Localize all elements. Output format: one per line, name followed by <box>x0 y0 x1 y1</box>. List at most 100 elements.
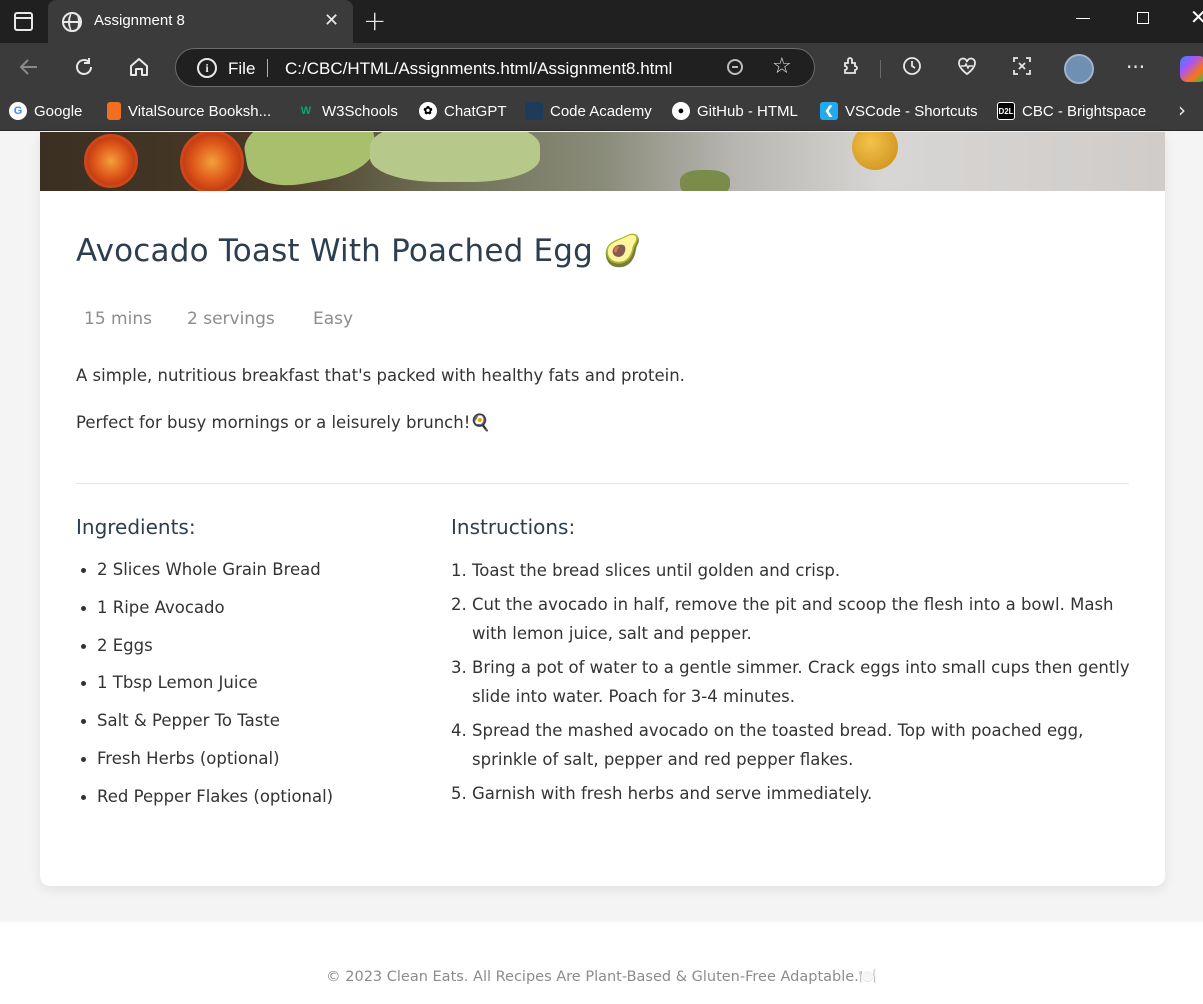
recipe-description-secondary: Perfect for busy mornings or a leisurely… <box>76 413 491 433</box>
bookmark-codeacademy[interactable]: Code Academy <box>525 91 652 131</box>
bookmark-github[interactable]: ● GitHub - HTML <box>672 91 798 131</box>
instruction-step: 4. Spread the mashed avocado on the toast… <box>451 716 1131 774</box>
extensions-icon[interactable] <box>840 55 862 82</box>
ingredient-item: Salt & Pepper To Taste <box>76 711 436 749</box>
bookmark-label: Google <box>34 102 83 120</box>
ingredient-item: 1 Ripe Avocado <box>76 598 436 636</box>
chatgpt-icon: ✿ <box>419 102 437 120</box>
bookmark-label: Code Academy <box>550 102 652 120</box>
instructions-heading: Instructions: <box>451 515 576 539</box>
recipe-card: Avocado Toast With Poached Egg 🥑 15 mins… <box>40 132 1165 886</box>
recipe-title-text: Avocado Toast With Poached Egg <box>76 233 594 269</box>
favorite-star-icon[interactable]: ☆ <box>772 54 792 79</box>
ingredient-item: Fresh Herbs (optional) <box>76 749 436 787</box>
bookmark-label: W3Schools <box>322 102 398 120</box>
recipe-servings: 2 servings <box>187 309 275 329</box>
hero-image <box>40 132 1165 191</box>
browser-essentials-icon[interactable] <box>956 55 978 82</box>
back-arrow-icon <box>19 59 37 75</box>
globe-icon <box>62 12 82 32</box>
ingredient-item: 1 Tbsp Lemon Juice <box>76 673 436 711</box>
browser-tab[interactable]: Assignment 8 ✕ <box>48 0 353 43</box>
recipe-difficulty: Easy <box>313 309 354 329</box>
description-text: Perfect for busy mornings or a leisurely… <box>76 413 471 432</box>
bookmarks-overflow-chevron-icon[interactable]: › <box>1178 98 1186 122</box>
home-icon <box>130 58 148 76</box>
avocado-slice-image <box>370 132 540 182</box>
page-footer: © 2023 Clean Eats. All Recipes Are Plant… <box>0 922 1203 1004</box>
ingredients-list: 2 Slices Whole Grain Bread 1 Ripe Avocad… <box>76 560 436 825</box>
step-number: 3. <box>451 658 467 677</box>
instruction-step: 3. Bring a pot of water to a gentle simme… <box>451 653 1131 711</box>
maximize-button[interactable] <box>1137 12 1149 24</box>
ingredients-heading: Ingredients: <box>76 515 196 539</box>
step-number: 5. <box>451 784 467 803</box>
profile-avatar[interactable] <box>1064 54 1094 84</box>
tomato-slice-image <box>180 132 244 191</box>
footer-text: © 2023 Clean Eats. All Recipes Are Plant… <box>0 968 1203 985</box>
toolbar-separator <box>880 60 881 78</box>
bookmark-vscode[interactable]: ❮ VSCode - Shortcuts <box>820 91 978 131</box>
section-divider <box>76 483 1129 484</box>
instructions-list: 1. Toast the bread slices until golden an… <box>451 560 1131 817</box>
bookmark-google[interactable]: G Google <box>9 91 82 131</box>
address-bar[interactable]: i File C:/CBC/HTML/Assignments.html/Assi… <box>175 48 815 87</box>
tab-title: Assignment 8 <box>94 12 185 29</box>
zoom-out-icon[interactable] <box>727 59 743 75</box>
screenshot-icon[interactable] <box>1011 55 1033 82</box>
cherry-tomato-image <box>852 132 898 170</box>
tab-close-button[interactable]: ✕ <box>324 10 339 32</box>
avocado-emoji-icon: 🥑 <box>603 233 642 269</box>
google-icon: G <box>9 102 27 120</box>
bookmark-label: ChatGPT <box>444 102 507 120</box>
w3schools-icon: W <box>300 105 312 117</box>
address-separator <box>267 59 268 77</box>
bookmark-chatgpt[interactable]: ✿ ChatGPT <box>419 91 507 131</box>
vitalsource-icon <box>107 102 121 120</box>
ingredient-item: 2 Slices Whole Grain Bread <box>76 560 436 598</box>
ingredient-item: 2 Eggs <box>76 636 436 674</box>
github-icon: ● <box>672 102 690 120</box>
back-button[interactable] <box>11 43 47 91</box>
copilot-icon[interactable] <box>1180 56 1203 82</box>
bookmarks-bar: G Google VitalSource Booksh... W W3Schoo… <box>0 91 1203 131</box>
frying-pan-emoji-icon: 🍳 <box>470 413 491 432</box>
minimize-button[interactable] <box>1076 18 1090 19</box>
d2l-icon: D2L <box>997 102 1015 120</box>
new-tab-button[interactable]: + <box>363 7 386 35</box>
page-content: Avocado Toast With Poached Egg 🥑 15 mins… <box>0 132 1203 1004</box>
bookmark-w3schools[interactable]: W W3Schools <box>297 91 398 131</box>
step-text: Bring a pot of water to a gentle simmer.… <box>472 658 1130 706</box>
recipe-title: Avocado Toast With Poached Egg 🥑 <box>76 232 642 269</box>
address-scheme-label: File <box>228 59 256 78</box>
more-menu-icon[interactable]: ··· <box>1126 55 1145 79</box>
instruction-step: 1. Toast the bread slices until golden an… <box>451 556 1131 585</box>
sidebar-toggle-icon[interactable] <box>14 12 33 31</box>
recipe-description: A simple, nutritious breakfast that's pa… <box>76 366 685 385</box>
bookmark-label: CBC - Brightspace <box>1022 102 1147 120</box>
step-text: Toast the bread slices until golden and … <box>472 561 841 580</box>
bookmark-label: VSCode - Shortcuts <box>845 102 978 120</box>
browser-titlebar: Assignment 8 ✕ + ✕ <box>0 0 1203 43</box>
tomato-slice-image <box>84 134 138 188</box>
avocado-slice-image <box>680 170 730 191</box>
history-icon[interactable] <box>901 55 923 82</box>
step-number: 4. <box>451 721 467 740</box>
home-button[interactable] <box>121 43 157 91</box>
bookmark-brightspace[interactable]: D2L CBC - Brightspace <box>997 91 1146 131</box>
step-text: Garnish with fresh herbs and serve immed… <box>472 784 873 803</box>
copyright-text: © 2023 Clean Eats. All Recipes Are Plant… <box>326 969 859 985</box>
address-url[interactable]: C:/CBC/HTML/Assignments.html/Assignment8… <box>285 59 672 79</box>
bookmark-vitalsource[interactable]: VitalSource Booksh... <box>107 91 271 131</box>
instruction-step: 5. Garnish with fresh herbs and serve imm… <box>451 779 1131 808</box>
codeacademy-icon <box>525 102 543 120</box>
instruction-step: 2. Cut the avocado in half, remove the pi… <box>451 590 1131 648</box>
site-info-icon[interactable]: i <box>197 58 217 78</box>
avocado-slice-image <box>239 132 381 191</box>
close-window-button[interactable]: ✕ <box>1190 6 1203 28</box>
reload-button[interactable] <box>66 43 102 91</box>
bookmark-label: VitalSource Booksh... <box>128 102 272 120</box>
bookmark-label: GitHub - HTML <box>697 102 798 120</box>
ingredient-item: Red Pepper Flakes (optional) <box>76 787 436 825</box>
plate-emoji-icon: 🍽️ <box>858 969 877 985</box>
